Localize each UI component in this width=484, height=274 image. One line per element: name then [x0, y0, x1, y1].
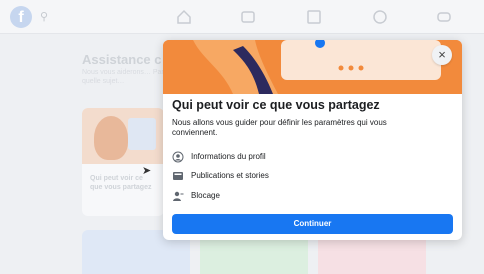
page-title: Assistance c: [82, 52, 162, 67]
posts-icon: [172, 169, 184, 181]
groups-icon[interactable]: [372, 9, 388, 25]
block-user-icon: [172, 189, 184, 201]
profile-circle-icon: [172, 150, 184, 163]
continue-button[interactable]: Continuer: [172, 214, 453, 234]
marketplace-icon[interactable]: [306, 9, 322, 25]
card-illustration: [82, 108, 164, 164]
home-icon[interactable]: [176, 9, 192, 25]
list-item-label: Publications et stories: [191, 170, 269, 180]
facebook-logo[interactable]: f: [10, 6, 32, 28]
list-item-label: Informations du profil: [191, 151, 266, 161]
page-subtitle: Nous vous aiderons… Par quelle sujet…: [82, 69, 164, 85]
mouse-cursor-icon: ➤: [142, 165, 152, 177]
close-icon[interactable]: ×: [432, 45, 452, 65]
gaming-icon[interactable]: [436, 9, 452, 25]
dialog-banner-illustration: [163, 40, 462, 94]
list-item-profile-info: Informations du profil: [172, 149, 266, 163]
privacy-checkup-dialog: × Qui peut voir ce que vous partagez Nou…: [163, 40, 462, 240]
search-icon[interactable]: ⚲: [40, 10, 48, 23]
watch-icon[interactable]: [240, 9, 256, 25]
dialog-title: Qui peut voir ce que vous partagez: [172, 98, 380, 112]
card-label: Qui peut voir ce que vous partagez: [90, 175, 152, 191]
top-navigation-bar: f ⚲: [0, 0, 484, 34]
privacy-topic-card[interactable]: Qui peut voir ce que vous partagez: [82, 108, 164, 216]
list-item-label: Blocage: [191, 190, 220, 200]
dialog-description: Nous allons vous guider pour définir les…: [172, 118, 387, 137]
list-item-posts-stories: Publications et stories: [172, 168, 269, 182]
list-item-blocking: Blocage: [172, 188, 220, 202]
